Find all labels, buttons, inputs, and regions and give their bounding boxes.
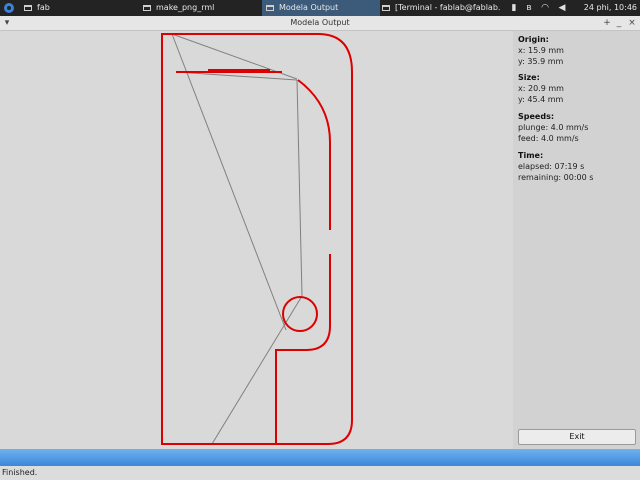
speeds-section: Speeds: plunge: 4.0 mm/s feed: 4.0 mm/s bbox=[518, 111, 588, 144]
travel-path bbox=[175, 71, 298, 81]
close-button[interactable]: × bbox=[627, 16, 637, 30]
travel-path bbox=[296, 79, 303, 297]
taskbar-item-make-png-rml[interactable]: make_png_rml bbox=[143, 0, 255, 16]
elapsed-time: elapsed: 07:19 s bbox=[518, 162, 585, 171]
travel-path bbox=[211, 295, 303, 445]
window-icon bbox=[24, 5, 32, 11]
travel-paths bbox=[171, 33, 303, 445]
window-titlebar: ▾ Modela Output + _ × bbox=[0, 16, 640, 31]
taskbar-item-fab[interactable]: fab bbox=[24, 0, 134, 16]
origin-y: y: 35.9 mm bbox=[518, 57, 564, 66]
inner-contour-upper bbox=[297, 79, 331, 230]
time-heading: Time: bbox=[518, 151, 544, 160]
origin-x: x: 15.9 mm bbox=[518, 46, 564, 55]
speeds-heading: Speeds: bbox=[518, 112, 555, 121]
taskbar-item-modela-output[interactable]: Modela Output bbox=[262, 0, 380, 16]
progress-bar bbox=[0, 449, 640, 466]
drill-hole-contour bbox=[282, 296, 318, 332]
minimize-button[interactable]: _ bbox=[614, 16, 624, 30]
size-x: x: 20.9 mm bbox=[518, 84, 564, 93]
maximize-button[interactable]: + bbox=[602, 16, 612, 30]
origin-section: Origin: x: 15.9 mm y: 35.9 mm bbox=[518, 34, 564, 67]
exit-button[interactable]: Exit bbox=[518, 429, 636, 445]
app-menu-icon[interactable] bbox=[4, 3, 14, 13]
size-y: y: 45.4 mm bbox=[518, 95, 564, 104]
window-icon bbox=[143, 5, 151, 11]
taskbar-item-terminal[interactable]: [Terminal - fablab@fablab... bbox=[382, 0, 500, 16]
window-icon bbox=[382, 5, 390, 11]
status-bar: Finished. bbox=[0, 466, 640, 480]
toolpath-drawing bbox=[161, 33, 353, 445]
remaining-time: remaining: 00:00 s bbox=[518, 173, 594, 182]
battery-icon[interactable]: ▮ bbox=[509, 0, 519, 16]
taskbar: fab make_png_rml Modela Output [Terminal… bbox=[0, 0, 640, 16]
window-icon bbox=[266, 5, 274, 11]
progress-fill bbox=[0, 449, 640, 466]
feed-speed: feed: 4.0 mm/s bbox=[518, 134, 579, 143]
bluetooth-icon[interactable]: ʙ bbox=[524, 0, 534, 16]
size-section: Size: x: 20.9 mm y: 45.4 mm bbox=[518, 72, 564, 105]
time-section: Time: elapsed: 07:19 s remaining: 00:00 … bbox=[518, 150, 593, 183]
clock[interactable]: 24 phi, 10:46 bbox=[577, 0, 637, 16]
inner-contour-lower bbox=[275, 254, 331, 444]
plunge-speed: plunge: 4.0 mm/s bbox=[518, 123, 589, 132]
volume-icon[interactable]: ◀ bbox=[556, 0, 568, 16]
window-title: Modela Output bbox=[290, 18, 350, 27]
origin-heading: Origin: bbox=[518, 35, 549, 44]
toolpath-canvas[interactable] bbox=[0, 31, 513, 449]
cut-paths bbox=[161, 33, 353, 445]
size-heading: Size: bbox=[518, 73, 540, 82]
wifi-icon[interactable]: ◠ bbox=[539, 0, 551, 16]
outer-contour bbox=[161, 33, 353, 445]
info-panel: Origin: x: 15.9 mm y: 35.9 mm Size: x: 2… bbox=[513, 31, 640, 449]
